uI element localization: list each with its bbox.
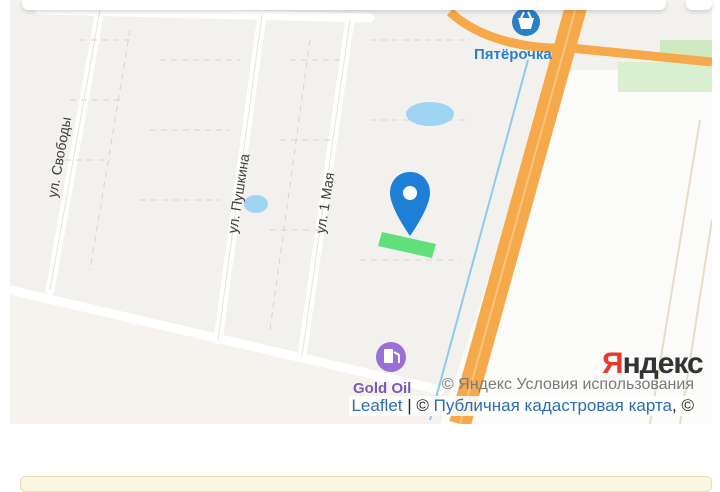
yandex-terms-link[interactable]: © Яндекс Условия использования (442, 376, 694, 394)
info-card (20, 476, 712, 492)
cadastral-map-link[interactable]: Публичная кадастровая карта (434, 396, 672, 415)
top-right-control[interactable] (686, 0, 712, 10)
map-pin-icon[interactable] (386, 170, 434, 242)
park-area (618, 62, 712, 92)
map-attribution: Leaflet | © Публичная кадастровая карта,… (349, 396, 696, 416)
pond (406, 102, 454, 126)
leaflet-link[interactable]: Leaflet (351, 396, 402, 415)
poi-label-fuel[interactable]: Gold Oil (353, 380, 411, 397)
map-view[interactable]: ул. Свободы ул. Пушкина ул. 1 Мая Пятёро… (10, 0, 712, 424)
search-bar[interactable] (22, 0, 666, 10)
attribution-tail: , © (672, 396, 694, 415)
poi-label-store[interactable]: Пятёрочка (474, 46, 552, 63)
attribution-separator: | © (402, 396, 434, 415)
street-top (35, 5, 375, 23)
pond (244, 195, 268, 213)
